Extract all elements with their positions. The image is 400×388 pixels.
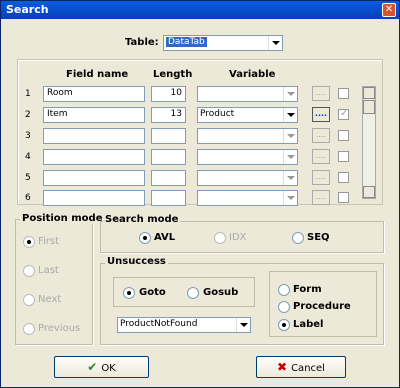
scroll-down-button[interactable] [363, 186, 375, 198]
ok-button[interactable]: ✔ OK [54, 356, 149, 378]
length-input[interactable]: 13 [151, 107, 186, 123]
procedure-label: Procedure [293, 301, 351, 312]
browse-button[interactable]: .... [312, 170, 330, 185]
position-first-label: First [38, 236, 60, 247]
position-next-radio[interactable] [23, 294, 35, 306]
position-mode-title: Position mode [20, 213, 105, 224]
search-idx-radio[interactable] [214, 232, 226, 244]
row-number: 6 [25, 193, 31, 203]
browse-button[interactable]: .... [312, 107, 330, 122]
field-name-input[interactable]: Room [43, 86, 145, 102]
search-avl-label: AVL [154, 232, 176, 243]
length-input[interactable]: 10 [151, 86, 186, 102]
label-radio[interactable] [278, 319, 290, 331]
row-number: 1 [25, 89, 31, 99]
procedure-radio[interactable] [278, 301, 290, 313]
row-checkbox[interactable] [338, 192, 349, 203]
chevron-down-icon[interactable] [283, 191, 297, 205]
header-field-name: Field name [66, 69, 129, 80]
title-bar: Search ✕ [1, 1, 399, 19]
ok-label: OK [101, 363, 116, 374]
target-select-value: ProductNotFound [120, 319, 198, 329]
scroll-thumb[interactable] [363, 100, 375, 114]
gosub-label: Gosub [203, 287, 239, 298]
row-number: 5 [25, 173, 31, 183]
row-number: 4 [25, 152, 31, 162]
row-checkbox[interactable] [338, 130, 349, 141]
field-name-input[interactable] [43, 128, 145, 144]
browse-button[interactable]: .... [312, 190, 330, 205]
unsuccess-title: Unsuccess [105, 256, 168, 267]
variable-select[interactable] [197, 128, 298, 144]
position-last-radio[interactable] [23, 265, 35, 277]
field-name-input[interactable] [43, 190, 145, 206]
row-number: 2 [25, 110, 31, 120]
variable-select[interactable] [197, 149, 298, 165]
search-dialog: Search ✕ Table: DataTab Field name Lengt… [0, 0, 400, 388]
form-label: Form [293, 284, 322, 295]
chevron-down-icon[interactable] [283, 87, 297, 101]
variable-select-value: Product [200, 109, 235, 119]
chevron-down-icon[interactable] [268, 36, 282, 50]
position-first-radio[interactable] [23, 236, 35, 248]
variable-select[interactable] [197, 190, 298, 206]
row-checkbox[interactable] [338, 151, 349, 162]
cancel-label: Cancel [291, 363, 325, 374]
row-checkbox[interactable] [338, 108, 349, 120]
search-avl-radio[interactable] [139, 232, 151, 244]
search-mode-title: Search mode [103, 214, 181, 225]
browse-button[interactable]: .... [312, 149, 330, 164]
position-previous-radio[interactable] [23, 323, 35, 335]
window-title: Search [6, 3, 49, 16]
chevron-down-icon[interactable] [283, 108, 297, 122]
header-length: Length [153, 69, 193, 80]
row-checkbox[interactable] [338, 88, 349, 99]
grid-scrollbar[interactable] [362, 86, 376, 199]
gosub-radio[interactable] [187, 287, 199, 299]
search-seq-label: SEQ [307, 232, 330, 243]
position-last-label: Last [38, 265, 59, 276]
x-icon: ✖ [277, 360, 288, 374]
search-seq-radio[interactable] [292, 232, 304, 244]
label-label: Label [293, 319, 324, 330]
search-idx-label: IDX [229, 232, 247, 243]
variable-select[interactable] [197, 86, 298, 102]
table-select-value: DataTab [166, 37, 207, 47]
table-label: Table: [125, 37, 159, 48]
close-button[interactable]: ✕ [382, 3, 396, 17]
table-select[interactable]: DataTab [163, 35, 283, 51]
chevron-down-icon[interactable] [236, 318, 250, 332]
browse-button[interactable]: .... [312, 128, 330, 143]
chevron-down-icon[interactable] [283, 171, 297, 185]
target-select[interactable]: ProductNotFound [117, 317, 251, 333]
field-name-input[interactable] [43, 149, 145, 165]
length-input[interactable] [151, 149, 186, 165]
field-name-input[interactable] [43, 170, 145, 186]
chevron-down-icon[interactable] [283, 129, 297, 143]
length-input[interactable] [151, 170, 186, 186]
variable-select[interactable] [197, 170, 298, 186]
position-next-label: Next [38, 294, 62, 305]
row-number: 3 [25, 131, 31, 141]
cancel-button[interactable]: ✖ Cancel [256, 356, 346, 378]
close-icon[interactable]: ✕ [385, 4, 393, 15]
variable-select[interactable]: Product [197, 107, 298, 123]
check-icon: ✔ [87, 360, 98, 374]
browse-button[interactable]: .... [312, 86, 330, 101]
length-input[interactable] [151, 128, 186, 144]
position-previous-label: Previous [38, 323, 81, 334]
row-checkbox[interactable] [338, 172, 349, 183]
length-input[interactable] [151, 190, 186, 206]
form-radio[interactable] [278, 284, 290, 296]
field-name-input[interactable]: Item [43, 107, 145, 123]
goto-label: Goto [139, 287, 166, 298]
goto-radio[interactable] [123, 287, 135, 299]
scroll-up-button[interactable] [363, 87, 375, 99]
chevron-down-icon[interactable] [283, 150, 297, 164]
header-variable: Variable [229, 69, 276, 80]
